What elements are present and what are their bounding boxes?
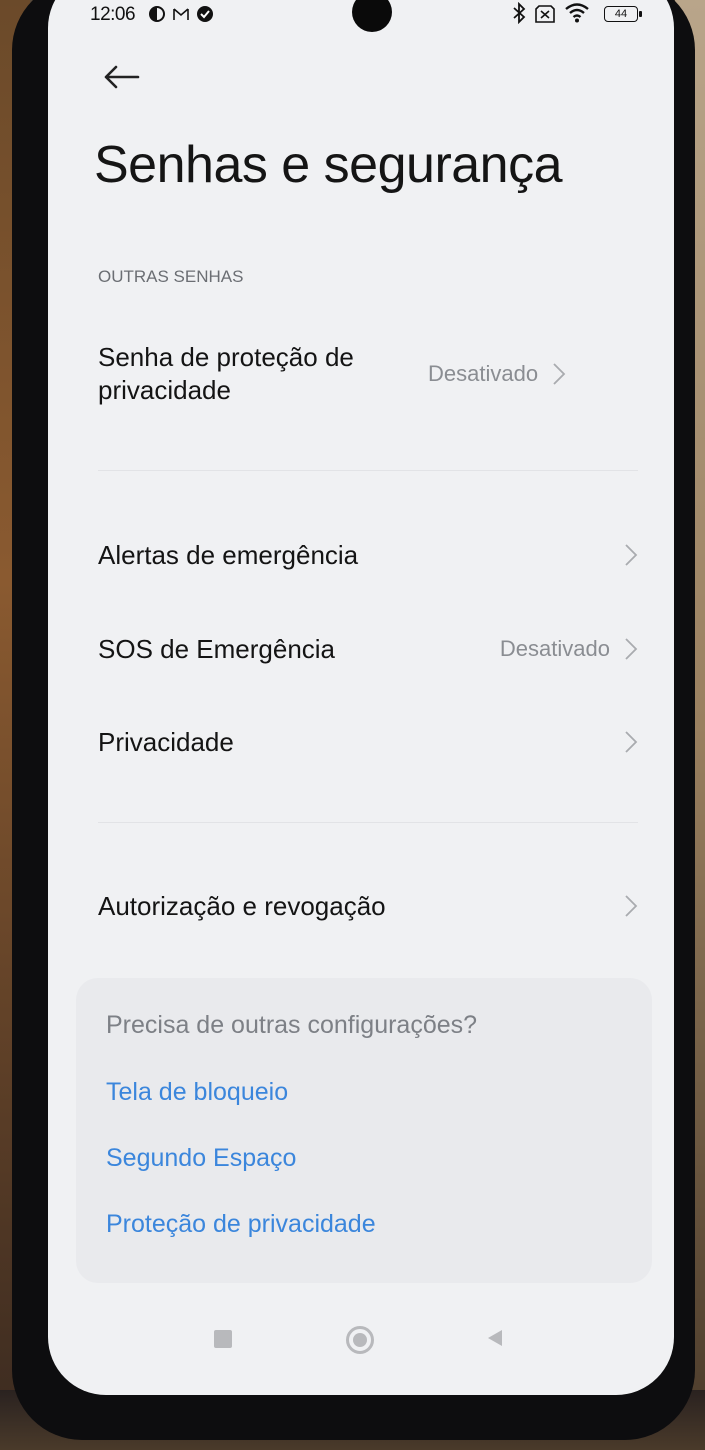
back-button[interactable] (100, 55, 144, 99)
emergency-sos-value: Desativado (499, 636, 610, 661)
chevron-right-icon (625, 544, 638, 566)
chevron-right-icon (625, 638, 638, 660)
suggestions-question: Precisa de outras configurações? (106, 1011, 478, 1039)
authorization-label: Autorização e revogação (98, 890, 386, 921)
phone-frame: 12:06 44 Senhas e segurança OUTRAS SENHA… (12, 0, 695, 1440)
check-circle-icon (197, 6, 213, 22)
privacy-protection-link[interactable]: Proteção de privacidade (106, 1210, 376, 1239)
battery-icon: 44 (604, 6, 638, 22)
privacy-row[interactable]: Privacidade (98, 717, 638, 767)
second-space-link[interactable]: Segundo Espaço (106, 1144, 296, 1173)
suggestions-card: Precisa de outras configurações? Tela de… (76, 978, 652, 1283)
lock-screen-link[interactable]: Tela de bloqueio (106, 1078, 288, 1107)
gmail-icon (173, 8, 189, 20)
privacy-password-value: Desativado (428, 361, 539, 386)
bluetooth-icon (513, 2, 526, 24)
battery-level: 44 (614, 8, 628, 20)
home-button[interactable] (346, 1326, 374, 1354)
battery-tip (639, 11, 642, 17)
status-bar: 12:06 44 (48, 0, 674, 50)
privacy-password-row[interactable]: Senha de proteção de privacidade Desativ… (98, 336, 638, 412)
no-sim-icon (535, 5, 555, 23)
screen: 12:06 44 Senhas e segurança OUTRAS SENHA… (48, 0, 674, 1395)
status-time: 12:06 (90, 4, 136, 25)
data-saver-icon (149, 6, 165, 22)
divider (98, 470, 638, 471)
recents-button[interactable] (214, 1330, 232, 1348)
front-camera (352, 0, 392, 32)
emergency-alerts-label: Alertas de emergência (98, 539, 359, 570)
nav-back-icon[interactable] (486, 1328, 504, 1348)
privacy-password-label: Senha de proteção de privacidade (98, 342, 354, 405)
chevron-right-icon (553, 363, 566, 385)
privacy-label: Privacidade (98, 726, 234, 757)
emergency-sos-label: SOS de Emergência (98, 633, 336, 664)
chevron-right-icon (625, 731, 638, 753)
section-header: OUTRAS SENHAS (98, 267, 244, 286)
authorization-row[interactable]: Autorização e revogação (98, 881, 638, 931)
emergency-sos-row[interactable]: SOS de Emergência Desativado (98, 624, 638, 674)
wifi-icon (565, 3, 589, 23)
page-title: Senhas e segurança (94, 136, 563, 194)
navigation-bar (48, 1310, 674, 1370)
emergency-alerts-row[interactable]: Alertas de emergência (98, 530, 638, 580)
chevron-right-icon (625, 895, 638, 917)
arrow-left-icon (104, 65, 140, 89)
divider (98, 822, 638, 823)
